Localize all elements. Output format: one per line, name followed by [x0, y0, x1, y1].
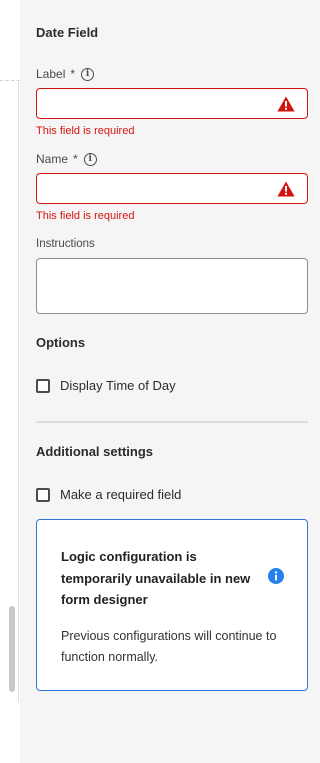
display-time-of-day-label: Display Time of Day — [60, 378, 176, 393]
display-time-of-day-checkbox[interactable] — [36, 378, 50, 393]
options-heading: Options — [36, 335, 86, 350]
properties-panel: Date Field Label * i This field is requi… — [20, 0, 317, 763]
additional-settings-heading: Additional settings — [36, 444, 153, 459]
label-input[interactable] — [36, 88, 308, 119]
required-marker: * — [73, 152, 78, 166]
required-marker: * — [70, 67, 76, 81]
info-outline-icon[interactable]: i — [81, 67, 95, 81]
alert-triangle-icon — [277, 181, 295, 197]
make-required-checkbox[interactable] — [36, 487, 50, 502]
name-error-message: This field is required — [36, 210, 135, 222]
display-time-of-day-row[interactable]: Display Time of Day — [36, 378, 176, 393]
logic-info-box: Logic configuration is temporarily unava… — [36, 519, 308, 691]
name-field-label: Name * i — [36, 152, 97, 166]
name-field-label-text: Name — [36, 152, 69, 166]
panel-title: Date Field — [36, 25, 99, 40]
scrollbar-thumb[interactable] — [9, 606, 15, 692]
label-error-message: This field is required — [36, 125, 135, 137]
make-required-row[interactable]: Make a required field — [36, 487, 181, 502]
left-panel-edge — [0, 0, 20, 763]
instructions-textarea[interactable] — [36, 258, 308, 314]
info-box-title: Logic configuration is temporarily unava… — [61, 549, 251, 607]
info-box-body: Previous configurations will continue to… — [61, 629, 277, 664]
label-field-label: Label * i — [36, 67, 95, 81]
make-required-label: Make a required field — [60, 487, 182, 502]
left-panel-border — [18, 82, 19, 702]
left-divider — [0, 80, 20, 81]
alert-triangle-icon — [277, 96, 295, 112]
instructions-label: Instructions — [36, 238, 95, 250]
info-filled-icon — [268, 568, 284, 584]
label-field-label-text: Label — [36, 67, 66, 81]
name-input[interactable] — [36, 173, 308, 204]
section-divider — [36, 421, 308, 423]
info-outline-icon[interactable]: i — [83, 152, 97, 166]
